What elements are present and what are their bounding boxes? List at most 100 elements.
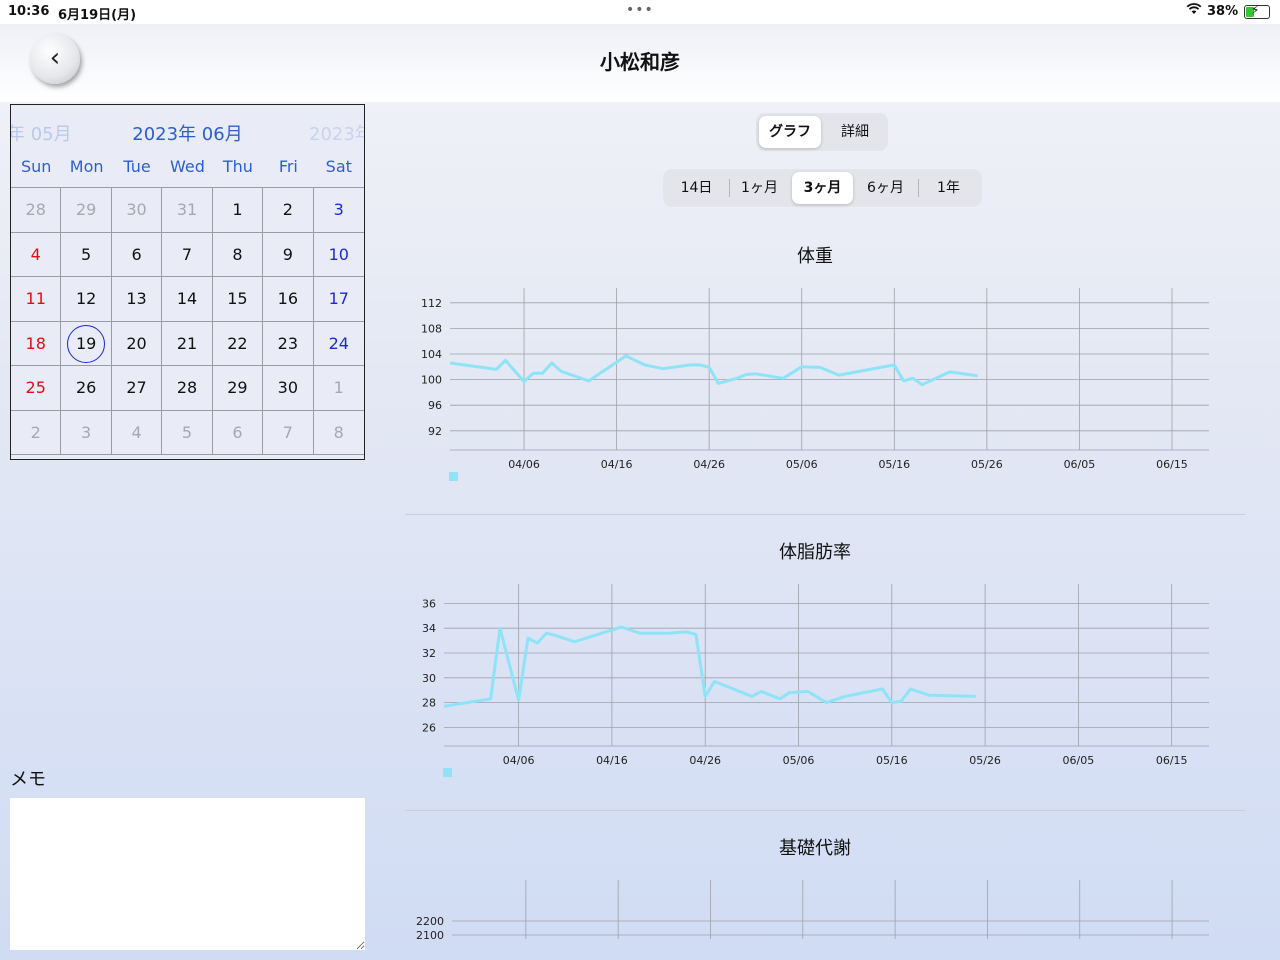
calendar-day[interactable]: 30	[263, 366, 314, 411]
y-tick-label: 30	[422, 672, 436, 685]
x-tick-label: 06/05	[1064, 458, 1096, 471]
x-tick-label: 05/06	[786, 458, 818, 471]
weekday-sat: Sat	[325, 157, 352, 176]
memo-label: メモ	[10, 769, 46, 790]
memo-input[interactable]	[10, 798, 365, 950]
calendar-day[interactable]: 6	[212, 410, 264, 455]
range-tab-2[interactable]: 3ヶ月	[792, 172, 853, 204]
calendar-day[interactable]: 2	[263, 188, 314, 233]
calendar-day[interactable]: 18	[11, 321, 62, 366]
calendar-day[interactable]: 9	[263, 232, 314, 277]
calendar-day[interactable]: 26	[61, 366, 112, 411]
weekday-thu: Thu	[222, 157, 253, 176]
y-tick-label: 36	[422, 597, 436, 610]
calendar-day[interactable]: 10	[313, 233, 364, 277]
range-tab-1[interactable]: 1ヶ月	[729, 172, 790, 204]
x-tick-label: 06/15	[1156, 458, 1188, 471]
status-date: 6月19日(月)	[58, 8, 137, 23]
calendar-day[interactable]: 25	[11, 366, 62, 411]
legend-marker	[443, 768, 452, 777]
y-tick-label: 28	[422, 697, 436, 710]
divider	[405, 514, 1245, 515]
nav-header: ‹ 小松和彦	[0, 24, 1280, 102]
calendar-day[interactable]: 5	[61, 232, 112, 277]
y-tick-label: 32	[422, 647, 436, 660]
calendar-day[interactable]: 31	[162, 188, 213, 233]
calendar-day[interactable]: 30	[111, 188, 163, 233]
chart-title-weight: 体重	[797, 246, 833, 267]
x-tick-label: 05/16	[876, 754, 908, 767]
calendar-day[interactable]: 5	[162, 410, 213, 455]
x-tick-label: 05/26	[971, 458, 1003, 471]
multitasking-dots[interactable]: •••	[626, 2, 654, 18]
x-tick-label: 04/26	[693, 458, 725, 471]
divider	[405, 810, 1245, 811]
chart-title-bmr: 基礎代謝	[779, 838, 851, 859]
calendar-day[interactable]: 20	[111, 321, 163, 366]
calendar-day[interactable]: 13	[111, 277, 163, 322]
bmr-chart: 21002200	[416, 880, 1209, 942]
range-tab-0[interactable]: 14日	[666, 172, 727, 204]
calendar-day[interactable]: 21	[162, 321, 213, 366]
calendar-day[interactable]: 15	[212, 277, 264, 322]
x-tick-label: 04/06	[503, 754, 535, 767]
calendar-day[interactable]: 16	[263, 277, 314, 322]
calendar-day[interactable]: 4	[11, 232, 62, 277]
x-tick-label: 06/15	[1156, 754, 1188, 767]
x-tick-label: 04/26	[689, 754, 721, 767]
chart-title-body-fat: 体脂肪率	[779, 542, 851, 563]
y-tick-label: 100	[421, 374, 442, 387]
calendar-day[interactable]: 28	[162, 366, 213, 411]
calendar-day[interactable]: 22	[212, 321, 264, 366]
weekday-tue: Tue	[123, 157, 151, 176]
calendar-day[interactable]: 27	[111, 366, 163, 411]
y-tick-label: 108	[421, 322, 442, 335]
y-tick-label: 96	[428, 399, 442, 412]
body-fat-chart: 26 28 30 32 34 36 04/06 04/16 04/26 05/06 05/16 05/…	[422, 584, 1209, 777]
wifi-icon	[1186, 3, 1202, 19]
status-time: 10:36	[8, 4, 50, 19]
calendar-day[interactable]: 1	[313, 366, 364, 411]
calendar-day-today[interactable]: 19	[61, 321, 112, 366]
calendar-day[interactable]: 6	[111, 232, 163, 277]
tab-detail[interactable]: 詳細	[824, 116, 886, 148]
calendar-day[interactable]: 4	[111, 410, 163, 455]
calendar-day[interactable]: 1	[212, 188, 264, 233]
range-tabs: 14日 1ヶ月 3ヶ月 6ヶ月 1年	[663, 169, 982, 207]
back-button[interactable]: ‹	[30, 34, 80, 84]
y-tick-label: 92	[428, 425, 442, 438]
series-line	[443, 625, 976, 708]
y-tick-label: 112	[421, 297, 442, 310]
calendar-day[interactable]: 8	[313, 411, 364, 455]
tab-graph[interactable]: グラフ	[759, 116, 821, 148]
calendar-day[interactable]: 3	[313, 188, 364, 233]
range-tab-3[interactable]: 6ヶ月	[855, 172, 916, 204]
calendar-day[interactable]: 11	[11, 277, 62, 322]
calendar-day[interactable]: 12	[61, 277, 112, 322]
calendar-day[interactable]: 2	[11, 410, 62, 455]
x-tick-label: 05/16	[878, 458, 910, 471]
next-month-label[interactable]: 2023年	[309, 120, 364, 146]
calendar-day[interactable]: 23	[263, 321, 314, 366]
x-tick-label: 05/26	[969, 754, 1001, 767]
range-tab-4[interactable]: 1年	[918, 172, 979, 204]
calendar-day[interactable]: 14	[162, 277, 213, 322]
battery-percent: 38%	[1207, 4, 1239, 19]
calendar-day[interactable]: 17	[313, 277, 364, 322]
calendar-day[interactable]: 3	[61, 410, 112, 455]
calendar-day[interactable]: 28	[11, 188, 62, 233]
series-line	[449, 354, 978, 387]
calendar-day[interactable]: 8	[212, 232, 264, 277]
month-scroller[interactable]: 年 05月 2023年 06月 2023年	[11, 105, 364, 153]
y-tick-label: 2200	[416, 915, 444, 928]
x-tick-label: 04/06	[508, 458, 540, 471]
weekday-header: Sun Mon Tue Wed Thu Fri Sat	[11, 153, 364, 187]
calendar-day[interactable]: 29	[61, 188, 112, 233]
battery-icon: ⚡	[1244, 3, 1270, 19]
calendar-day[interactable]: 7	[162, 232, 213, 277]
calendar-day[interactable]: 29	[212, 366, 264, 411]
calendar-day[interactable]: 24	[313, 322, 364, 366]
y-tick-label: 26	[422, 721, 436, 734]
calendar-day[interactable]: 7	[263, 410, 314, 455]
page-title: 小松和彦	[600, 50, 680, 74]
